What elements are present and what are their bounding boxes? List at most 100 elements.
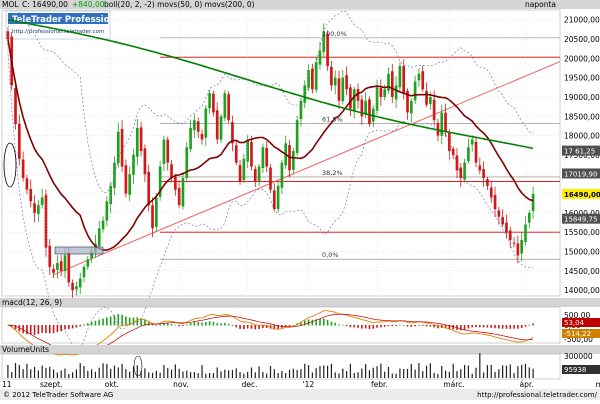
macd-histogram-bar bbox=[421, 325, 424, 326]
macd-histogram-bar bbox=[113, 315, 116, 326]
macd-histogram-bar bbox=[45, 325, 47, 334]
volume-bar bbox=[463, 365, 466, 378]
macd-histogram-bar bbox=[326, 319, 329, 326]
candle-body bbox=[67, 252, 71, 283]
macd-histogram-bar bbox=[227, 323, 230, 326]
macd-histogram-bar bbox=[372, 325, 375, 329]
volume-bar bbox=[262, 371, 264, 378]
macd-histogram-bar bbox=[220, 323, 222, 326]
macd-title: macd(12, 26, 9) bbox=[2, 298, 62, 307]
candle-body bbox=[215, 110, 219, 140]
macd-histogram-bar bbox=[513, 325, 515, 329]
candle-body bbox=[166, 139, 170, 163]
macd-histogram-bar bbox=[79, 325, 82, 327]
volume-bar bbox=[353, 373, 355, 378]
candle-body bbox=[97, 228, 101, 246]
x-tick-label: márc. bbox=[443, 380, 464, 389]
x-tick-label: máj. bbox=[596, 380, 600, 389]
volume-bar bbox=[26, 363, 28, 378]
macd-histogram-bar bbox=[94, 320, 97, 326]
fibonacci-label: 61,8% bbox=[322, 116, 343, 124]
candle-body bbox=[409, 100, 413, 114]
volume-bar bbox=[45, 367, 47, 378]
candle-body bbox=[432, 99, 436, 121]
volume-bar bbox=[406, 368, 409, 378]
teletrader-logo: TeleTrader Professional http://professio… bbox=[5, 10, 124, 40]
macd-histogram-bar bbox=[418, 325, 420, 326]
volume-bar bbox=[460, 369, 462, 378]
macd-histogram-bar bbox=[14, 325, 17, 330]
macd-histogram-bar bbox=[98, 319, 101, 326]
macd-histogram-bar bbox=[505, 325, 508, 329]
macd-histogram-bar bbox=[26, 325, 28, 335]
x-tick-label: okt. bbox=[105, 380, 119, 389]
change-value: +840,00 bbox=[72, 0, 105, 9]
candle-body bbox=[40, 197, 44, 205]
candle-body bbox=[101, 220, 105, 230]
volume-bar bbox=[277, 373, 279, 378]
volume-bar bbox=[505, 365, 508, 378]
macd-histogram-bar bbox=[471, 325, 474, 328]
candle-body bbox=[177, 187, 181, 206]
volume-bar bbox=[422, 371, 424, 378]
volume-bar bbox=[79, 363, 81, 378]
volume-bar bbox=[326, 365, 329, 378]
candle-body bbox=[390, 71, 394, 97]
macd-histogram-bar bbox=[429, 325, 432, 327]
candle-body bbox=[234, 145, 238, 163]
macd-histogram-bar bbox=[166, 323, 169, 326]
volume-bar bbox=[189, 372, 192, 378]
candle-body bbox=[474, 141, 478, 163]
candle-body bbox=[364, 100, 367, 115]
volume-bar bbox=[216, 367, 218, 378]
candle-body bbox=[37, 205, 40, 214]
macd-histogram-bar bbox=[132, 317, 135, 326]
candle-body bbox=[470, 139, 474, 145]
macd-histogram-bar bbox=[52, 325, 55, 334]
volume-bar bbox=[437, 373, 439, 378]
macd-histogram-bar bbox=[83, 324, 85, 326]
volume-bar bbox=[83, 366, 85, 378]
candle-body bbox=[82, 266, 86, 278]
volume-bar bbox=[311, 372, 313, 378]
candle-body bbox=[295, 120, 299, 154]
macd-histogram-bar bbox=[216, 323, 219, 326]
volume-bar bbox=[11, 372, 13, 378]
candle-body bbox=[162, 139, 166, 165]
x-tick-label: 11 bbox=[2, 380, 12, 389]
candle-body bbox=[242, 158, 246, 181]
candle-body bbox=[6, 31, 10, 40]
volume-bar bbox=[201, 365, 203, 378]
volume-bar bbox=[197, 373, 199, 378]
volume-bar bbox=[513, 373, 515, 378]
candle-body bbox=[444, 112, 447, 132]
macd-histogram-bar bbox=[383, 325, 386, 327]
macd-histogram-bar bbox=[463, 325, 466, 330]
macd-histogram-bar bbox=[479, 325, 481, 328]
macd-histogram-bar bbox=[90, 321, 93, 326]
volume-bar bbox=[113, 365, 116, 378]
close-value: C: 16490,00 bbox=[22, 0, 68, 9]
macd-histogram-bar bbox=[121, 314, 123, 326]
price-tick-label: 14000,00 bbox=[564, 286, 600, 295]
candle-body bbox=[265, 147, 269, 167]
volume-bar bbox=[467, 365, 469, 378]
volume-bar bbox=[315, 368, 317, 378]
volume-bar bbox=[433, 372, 435, 378]
macd-histogram-bar bbox=[250, 325, 253, 329]
candle-body bbox=[349, 87, 352, 109]
macd-histogram-bar bbox=[56, 325, 59, 333]
volume-bar bbox=[75, 369, 78, 378]
volume-bar bbox=[121, 363, 123, 378]
candle-body bbox=[116, 131, 120, 164]
macd-histogram-bar bbox=[288, 325, 291, 327]
macd-histogram-bar bbox=[231, 325, 234, 326]
candle-body bbox=[394, 85, 398, 100]
macd-histogram-bar bbox=[380, 325, 382, 328]
volume-bar bbox=[125, 369, 127, 378]
macd-histogram-bar bbox=[170, 323, 173, 326]
x-tick-label: ápr. bbox=[519, 380, 533, 389]
macd-histogram-bar bbox=[235, 325, 238, 328]
candle-body bbox=[71, 282, 74, 291]
candle-body bbox=[280, 162, 284, 188]
